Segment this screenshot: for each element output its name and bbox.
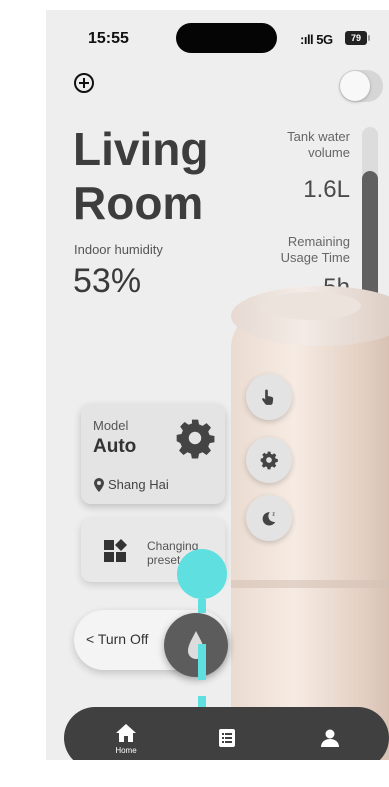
bottom-tab-bar: Home [64, 707, 389, 760]
manual-mode-button[interactable] [246, 374, 292, 420]
list-icon [219, 729, 235, 747]
gear-icon [260, 451, 278, 470]
turn-off-label: < Turn Off [86, 631, 148, 647]
mode-card[interactable]: Model Auto Shang Hai [81, 404, 225, 504]
signal-indicator: :ıll 5G [300, 32, 333, 47]
user-icon [321, 729, 339, 747]
status-time: 15:55 [88, 30, 129, 47]
gear-icon [176, 419, 215, 459]
tank-volume-label: Tank water volume [287, 129, 350, 160]
mode-value: Auto [93, 436, 137, 457]
dynamic-island [176, 23, 277, 53]
tank-volume-value: 1.6L [303, 176, 350, 203]
tab-profile[interactable] [300, 707, 360, 760]
location-text: Shang Hai [108, 477, 169, 492]
location-row: Shang Hai [93, 477, 169, 492]
home-icon [116, 724, 136, 742]
mode-label: Model [93, 418, 129, 433]
mist-drop-button[interactable] [164, 613, 228, 677]
drag-path-segment [198, 644, 206, 680]
drag-path-segment [198, 599, 206, 613]
water-drop-icon [188, 631, 204, 659]
chevron-left-icon: < [86, 631, 98, 647]
widgets-grid-icon [104, 539, 127, 562]
turn-off-text: Turn Off [97, 631, 149, 647]
water-level-bar [362, 127, 378, 303]
room-title: Living Room [73, 122, 208, 230]
tab-home[interactable]: Home [96, 707, 156, 760]
room-title-line1: Living [73, 123, 209, 175]
phone-screen: 15:55 :ıll 5G 79 Living Room Indoor humi… [46, 10, 389, 760]
add-device-icon[interactable] [74, 73, 94, 93]
battery-icon: 79 [345, 31, 370, 45]
room-title-line2: Room [73, 177, 204, 229]
toggle-knob [340, 71, 370, 101]
touch-indicator [177, 549, 227, 599]
tab-list[interactable] [197, 707, 257, 760]
power-toggle[interactable] [339, 70, 383, 102]
humidity-value: 53% [73, 262, 142, 300]
settings-mode-button[interactable] [246, 437, 292, 483]
humidity-label: Indoor humidity [74, 242, 163, 257]
sleep-mode-button[interactable]: z [246, 495, 292, 541]
tab-home-label: Home [115, 746, 137, 755]
hand-pointer-icon [262, 389, 274, 405]
location-pin-icon [94, 477, 104, 492]
remaining-time-label: Remaining Usage Time [280, 234, 350, 265]
moon-sleep-icon: z [262, 512, 275, 526]
svg-text:z: z [272, 512, 275, 518]
